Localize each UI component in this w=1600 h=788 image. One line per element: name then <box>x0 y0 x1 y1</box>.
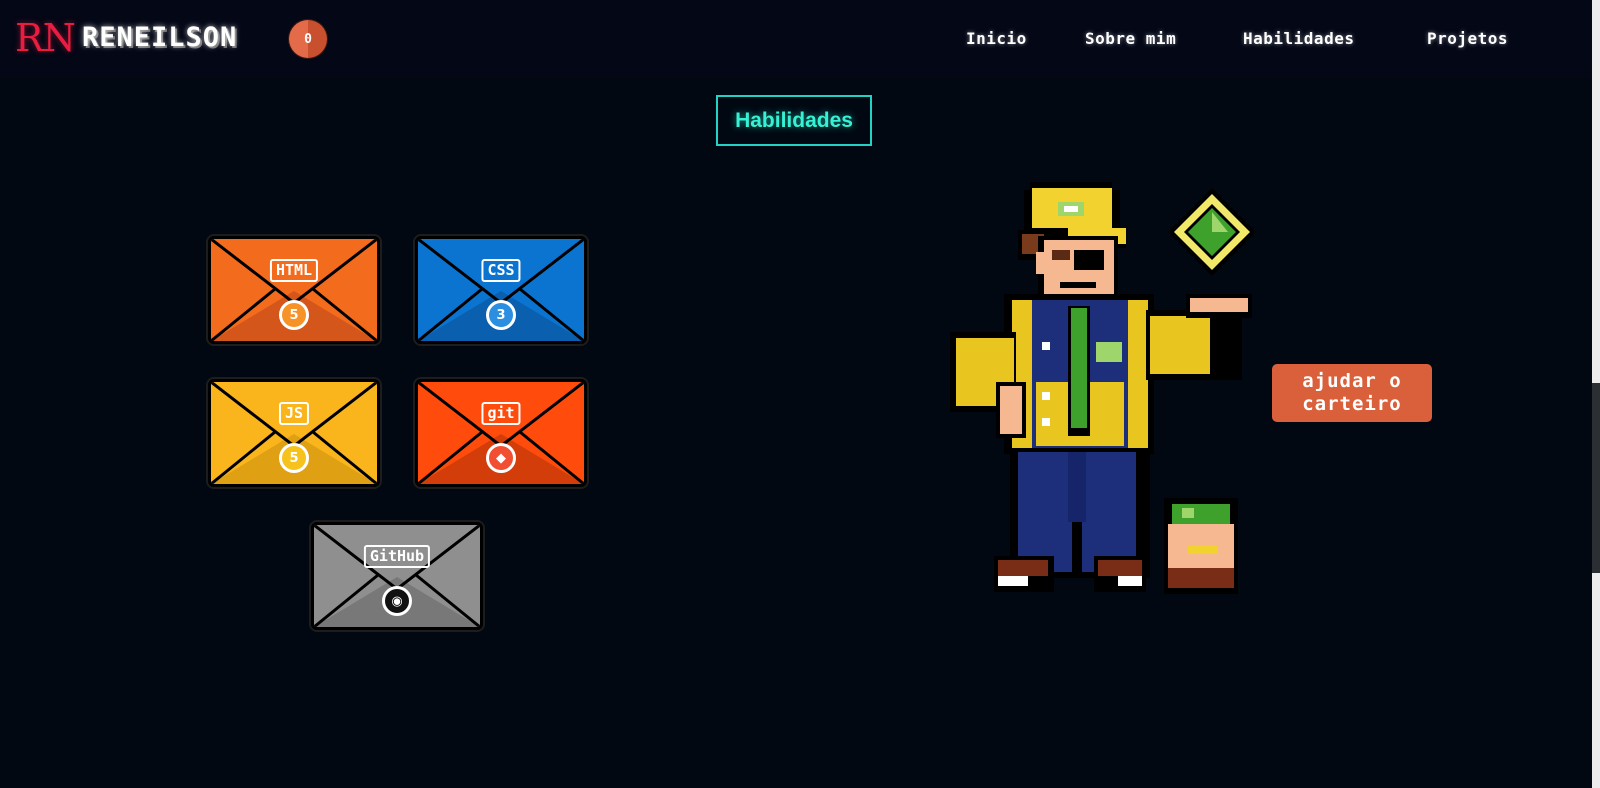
html-icon: 5 <box>279 300 309 330</box>
skill-label: HTML <box>269 259 319 282</box>
diamond-icon <box>1168 188 1256 276</box>
main-nav: Inicio Sobre mim Habilidades Projetos <box>966 29 1536 51</box>
section-title: Habilidades <box>716 95 872 146</box>
logo-name[interactable]: RENEILSON <box>82 20 237 56</box>
nav-link-habilidades[interactable]: Habilidades <box>1243 29 1354 48</box>
skill-label: GitHub <box>363 545 431 568</box>
postman-sprite[interactable] <box>950 182 1260 602</box>
skill-label: git <box>481 402 521 425</box>
skill-label: CSS <box>481 259 521 282</box>
counter-badge[interactable]: 0 <box>289 20 327 58</box>
skill-label: JS <box>278 402 310 425</box>
mailbox-sprite <box>1164 498 1238 594</box>
nav-link-inicio[interactable]: Inicio <box>966 29 1027 48</box>
logo-mark[interactable]: RN <box>15 18 76 58</box>
site-header: RN RENEILSON 0 Inicio Sobre mim Habilida… <box>0 0 1592 78</box>
skill-envelope-html[interactable]: HTML 5 <box>208 236 380 344</box>
nav-link-sobre-mim[interactable]: Sobre mim <box>1085 29 1176 48</box>
skill-envelope-js[interactable]: JS 5 <box>208 379 380 487</box>
git-icon: ◆ <box>486 443 516 473</box>
skill-envelope-github[interactable]: GitHub ◉ <box>311 522 483 630</box>
js-icon: 5 <box>279 443 309 473</box>
skill-envelope-css[interactable]: CSS 3 <box>415 236 587 344</box>
skill-envelope-git[interactable]: git ◆ <box>415 379 587 487</box>
help-postman-button[interactable]: ajudar o carteiro <box>1272 364 1432 422</box>
postman-svg <box>950 182 1256 594</box>
css-icon: 3 <box>486 300 516 330</box>
nav-link-projetos[interactable]: Projetos <box>1427 29 1508 48</box>
github-icon: ◉ <box>382 586 412 616</box>
scrollbar-thumb[interactable] <box>1592 383 1600 573</box>
